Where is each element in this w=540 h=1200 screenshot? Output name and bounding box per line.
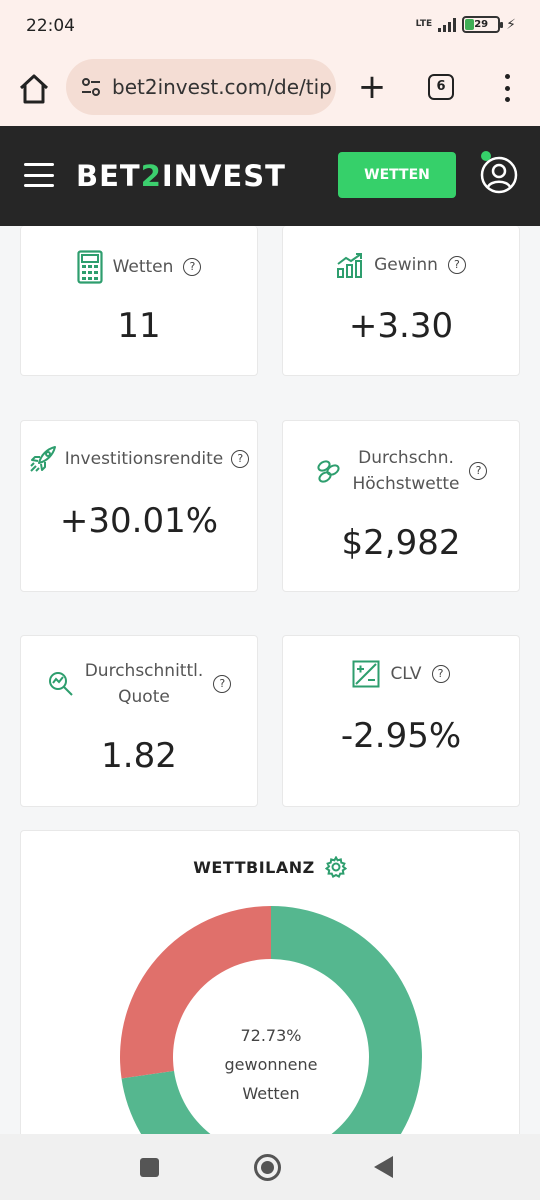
back-icon[interactable] bbox=[374, 1156, 393, 1178]
stat-card-profit: Gewinn ? +3.30 bbox=[282, 226, 520, 376]
signal-icon bbox=[438, 17, 457, 32]
calculator-icon bbox=[76, 250, 103, 284]
stat-card-avg-max-bet: Durchschn. Höchstwette ? $2,982 bbox=[282, 420, 520, 592]
help-icon[interactable]: ? bbox=[183, 258, 202, 276]
status-time: 22:04 bbox=[26, 16, 75, 36]
more-menu-icon[interactable] bbox=[498, 70, 516, 106]
nav-home-icon[interactable] bbox=[254, 1154, 281, 1181]
stat-label-line1: Durchschnittl. bbox=[84, 661, 204, 681]
win-rate-caption-line2: Wetten bbox=[242, 1084, 300, 1103]
charging-icon: ⚡ bbox=[506, 16, 516, 33]
stat-label: CLV bbox=[390, 664, 422, 684]
magnifier-chart-icon bbox=[48, 672, 73, 696]
stat-card-avg-odds: Durchschnittl. Quote ? 1.82 bbox=[20, 635, 258, 807]
network-type: LTE bbox=[415, 19, 433, 29]
recents-icon[interactable] bbox=[140, 1158, 159, 1177]
stat-value: -2.95% bbox=[340, 716, 462, 756]
stat-label-line2: Quote bbox=[118, 687, 170, 707]
coins-icon bbox=[316, 460, 340, 483]
help-icon[interactable]: ? bbox=[469, 462, 488, 480]
plus-minus-icon bbox=[352, 660, 380, 688]
site-settings-icon[interactable] bbox=[80, 76, 102, 98]
stat-card-roi: Investitionsrendite ? +30.01% bbox=[20, 420, 258, 592]
bet-balance-card: WETTBILANZ 72.73% gewonnene Wetten bbox=[20, 830, 520, 1151]
stat-label: Investitionsrendite bbox=[64, 449, 224, 469]
stat-card-clv: CLV ? -2.95% bbox=[282, 635, 520, 807]
battery-level: 29 bbox=[474, 19, 489, 30]
battery-icon: 29 bbox=[462, 16, 504, 33]
user-account-icon[interactable] bbox=[480, 156, 518, 194]
bet-button[interactable]: WETTEN bbox=[338, 152, 456, 198]
status-bar: 22:04 LTE 29 ⚡ bbox=[0, 0, 540, 52]
help-icon[interactable]: ? bbox=[213, 675, 232, 693]
stat-card-bets: Wetten ? 11 bbox=[20, 226, 258, 376]
stat-label-line1: Durchschn. bbox=[358, 448, 454, 468]
stat-value: +3.30 bbox=[348, 306, 454, 346]
help-icon[interactable]: ? bbox=[231, 450, 250, 468]
win-rate-value: 72.73% bbox=[240, 1026, 302, 1045]
stat-label: Gewinn bbox=[374, 255, 438, 275]
menu-icon[interactable] bbox=[24, 163, 54, 187]
donut-center-label: 72.73% gewonnene Wetten bbox=[171, 1021, 371, 1108]
address-bar[interactable]: bet2invest.com/de/tip bbox=[66, 59, 336, 115]
site-header: BET2INVEST WETTEN bbox=[0, 126, 540, 226]
growth-chart-icon bbox=[337, 253, 363, 278]
help-icon[interactable]: ? bbox=[431, 665, 450, 683]
new-tab-icon[interactable]: + bbox=[354, 70, 390, 106]
stat-value: 11 bbox=[117, 306, 161, 346]
rocket-icon bbox=[30, 446, 56, 472]
stat-label-line2: Höchstwette bbox=[352, 474, 460, 494]
status-indicators: LTE 29 ⚡ bbox=[416, 16, 516, 33]
tab-switcher-button[interactable]: 6 bbox=[428, 74, 454, 100]
home-icon[interactable] bbox=[14, 69, 54, 109]
stat-label: Wetten bbox=[112, 257, 174, 277]
url-text: bet2invest.com/de/tip bbox=[112, 75, 332, 99]
browser-toolbar: bet2invest.com/de/tip + 6 bbox=[0, 52, 540, 126]
site-logo[interactable]: BET2INVEST bbox=[76, 159, 286, 193]
stat-value: +30.01% bbox=[59, 501, 219, 541]
help-icon[interactable]: ? bbox=[447, 256, 466, 274]
stat-value: $2,982 bbox=[341, 523, 461, 563]
win-rate-caption-line1: gewonnene bbox=[224, 1055, 318, 1074]
stat-value: 1.82 bbox=[101, 736, 177, 776]
system-nav-bar bbox=[0, 1134, 540, 1200]
online-status-dot bbox=[481, 151, 491, 161]
